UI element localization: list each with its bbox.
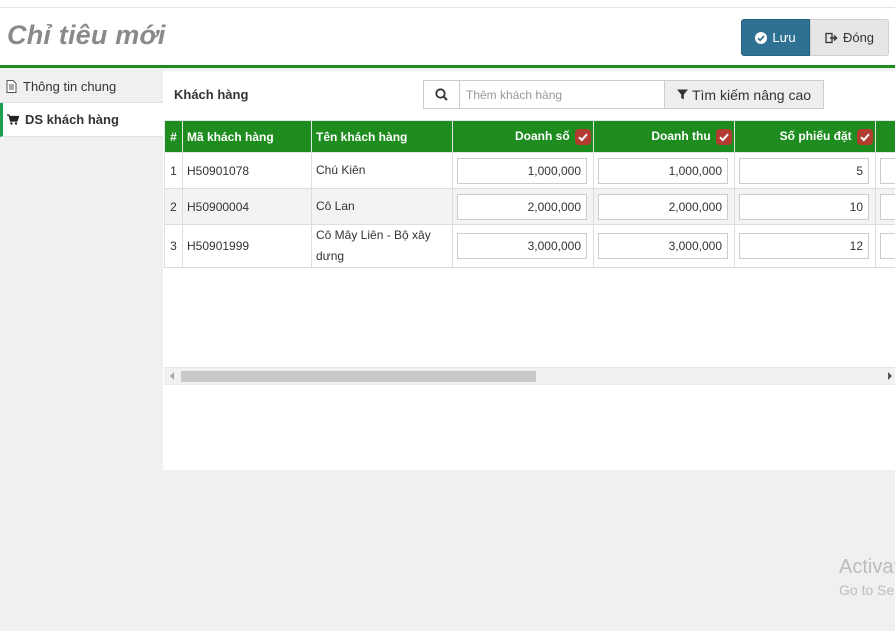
overflow-input[interactable] [880,157,895,184]
cart-icon [7,114,19,125]
table-row: 1 H50901078 Chú Kiên [164,152,895,189]
page-header: Chỉ tiêu mới Lưu Đóng [0,8,895,68]
row-index: 1 [164,152,183,189]
scrollbar-thumb[interactable] [181,371,536,382]
column-header-revenue-label: Doanh thu [651,128,711,143]
page-title: Chỉ tiêu mới [7,20,166,50]
column-header-orders-label: Số phiếu đặt [779,128,852,143]
advanced-search-button[interactable]: Tìm kiếm nâng cao [664,80,824,109]
sidebar-item-general-info[interactable]: Thông tin chung [0,71,163,103]
row-index: 3 [164,224,183,268]
orders-cell [734,152,876,189]
sidebar: Thông tin chung DS khách hàng [0,71,163,631]
table-header-row: # Mã khách hàng Tên khách hàng Doanh số … [164,120,895,153]
section-label: Khách hàng [174,87,249,102]
column-header-orders[interactable]: Số phiếu đặt [734,120,876,153]
column-header-sales[interactable]: Doanh số [452,120,594,153]
revenue-input[interactable] [598,157,728,184]
customer-code: H50901078 [182,152,312,189]
customer-name: Chú Kiên [311,152,453,189]
filter-icon [676,89,688,100]
orders-input[interactable] [739,193,869,220]
row-index: 2 [164,188,183,225]
check-badge-icon[interactable] [575,128,591,145]
orders-cell [734,224,876,268]
save-button[interactable]: Lưu [741,19,810,56]
column-header-index: # [164,120,183,153]
top-strip [0,0,895,8]
sales-cell [452,224,594,268]
customer-code: H50900004 [182,188,312,225]
overflow-cell [875,152,895,189]
check-badge-icon[interactable] [716,128,732,145]
activation-watermark-subtitle: Go to Se [839,582,895,598]
close-button[interactable]: Đóng [810,19,889,56]
check-circle-icon [755,31,768,44]
column-header-name: Tên khách hàng [311,120,453,153]
customer-table: # Mã khách hàng Tên khách hàng Doanh số … [164,120,895,268]
check-badge-icon[interactable] [857,128,873,145]
overflow-input[interactable] [880,193,895,220]
orders-input[interactable] [739,157,869,184]
orders-input[interactable] [739,233,869,259]
column-header-overflow [875,120,895,153]
sidebar-item-customer-list[interactable]: DS khách hàng [0,103,163,137]
activation-watermark: Activat [839,556,895,578]
sidebar-item-label: Thông tin chung [23,79,117,94]
revenue-cell [593,224,735,268]
revenue-input[interactable] [598,233,728,259]
customer-panel: Khách hàng Tìm kiếm nâng cao # Mã khách … [163,71,895,470]
column-header-sales-label: Doanh số [514,128,570,143]
advanced-search-label: Tìm kiếm nâng cao [691,86,812,103]
sales-input[interactable] [457,233,587,259]
save-button-label: Lưu [772,30,796,45]
search-icon [435,88,448,101]
document-icon [6,80,17,93]
customer-name: Cô Lan [311,188,453,225]
revenue-input[interactable] [598,193,728,220]
customer-grid: # Mã khách hàng Tên khách hàng Doanh số … [164,120,895,368]
overflow-cell [875,188,895,225]
sign-out-icon [825,32,838,43]
scroll-right-arrow-icon[interactable] [888,372,892,380]
sales-cell [452,188,594,225]
revenue-cell [593,152,735,189]
customer-code: H50901999 [182,224,312,268]
orders-cell [734,188,876,225]
column-header-revenue[interactable]: Doanh thu [593,120,735,153]
column-header-code: Mã khách hàng [182,120,312,153]
sales-input[interactable] [457,157,587,184]
revenue-cell [593,188,735,225]
table-row: 2 H50900004 Cô Lan [164,188,895,225]
sales-input[interactable] [457,193,587,220]
overflow-cell [875,224,895,268]
horizontal-scrollbar[interactable] [164,368,895,385]
customer-name: Cô Mây Liên - Bộ xây dưng [311,224,453,268]
sales-cell [452,152,594,189]
sidebar-item-label: DS khách hàng [25,112,119,127]
search-button[interactable] [424,81,460,108]
table-row: 3 H50901999 Cô Mây Liên - Bộ xây dưng [164,224,895,268]
close-button-label: Đóng [842,30,875,45]
scroll-left-arrow-icon[interactable] [170,372,174,380]
overflow-input[interactable] [880,233,895,259]
